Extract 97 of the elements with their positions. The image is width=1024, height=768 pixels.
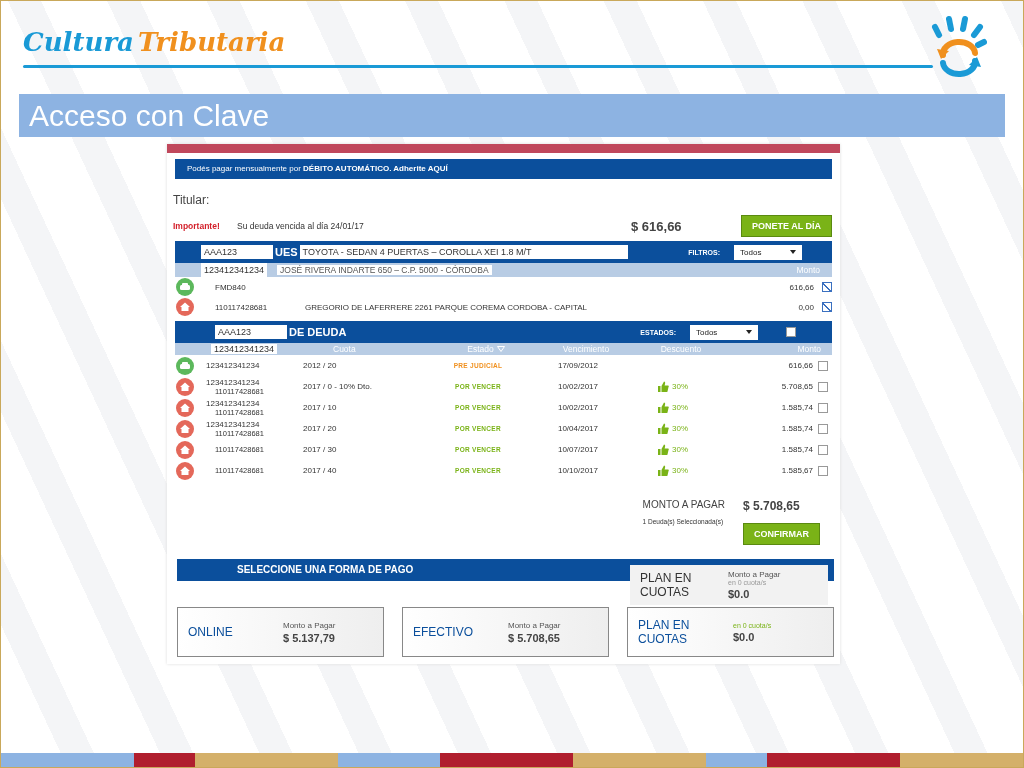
checkbox[interactable] xyxy=(817,423,828,434)
car-icon xyxy=(176,356,194,375)
address-text: JOSÉ RIVERA INDARTE 650 – C.P. 5000 - CÓRDOBA xyxy=(277,265,492,275)
amount-label: Monto a Pagar xyxy=(508,620,562,630)
thumbs-up-icon xyxy=(658,381,669,392)
redaction-label: AAA123 xyxy=(201,245,273,259)
caret-icon xyxy=(746,330,752,334)
slide-title: Acceso con Clave xyxy=(19,94,1005,137)
sort-icon xyxy=(496,346,505,352)
catch-up-button[interactable]: PONETE AL DÍA xyxy=(741,215,832,237)
table-cell-text: 1.585,74 xyxy=(780,424,813,433)
table-cell-text: 17/09/2012 xyxy=(556,361,599,370)
total-amount: $ 5.708,65 xyxy=(743,499,801,513)
table-cell-text: 1.585,74 xyxy=(780,445,813,454)
table-cell-text: 2017 / 0 - 10% Dto. xyxy=(303,382,373,391)
option-title: PLAN EN CUOTAS xyxy=(638,618,691,646)
table-cell-text: 5.708,65 xyxy=(780,382,813,391)
checkbox[interactable] xyxy=(822,282,832,292)
table-cell-text: 2012 / 20 xyxy=(303,361,338,370)
table-cell-text: 616,66 xyxy=(787,361,813,370)
payment-option-card[interactable]: EFECTIVO Monto a Pagar $ 5.708,65 xyxy=(402,607,609,657)
amount-value: $0.0 xyxy=(728,588,751,600)
payment-option-card[interactable]: ONLINE Monto a Pagar $ 5.137,79 xyxy=(177,607,384,657)
brand-title: Tributaria xyxy=(137,27,286,57)
redaction-label: 123412341234 xyxy=(203,419,263,429)
thumbs-up-icon xyxy=(658,465,669,476)
table-cell-text: 10/02/2017 xyxy=(556,403,599,412)
table-cell-text: 10/07/2017 xyxy=(556,445,599,454)
redaction-label: 123412341234 xyxy=(203,398,263,408)
titular-label: Titular: xyxy=(173,193,211,207)
house-icon xyxy=(176,398,194,417)
redaction-label: TOYOTA - SEDAN 4 PUERTAS – COROLLA XEI 1.8 M/T xyxy=(299,245,629,259)
table-cell-text: 10/10/2017 xyxy=(556,466,599,475)
redaction-label: AAA123 xyxy=(215,325,287,339)
table-cell-text: 110117428681 xyxy=(214,302,269,312)
house-icon xyxy=(176,461,194,480)
filter-dropdown[interactable]: Todos xyxy=(734,244,802,260)
table-cell-text: 2017 / 20 xyxy=(303,424,338,433)
option-title: EFECTIVO xyxy=(413,625,474,639)
option-title: ONLINE xyxy=(188,625,234,639)
table-cell-text: 1.585,67 xyxy=(780,466,813,475)
table-cell-text: GREGORIO DE LAFERRERE 2261 PARQUE COREMA CORDOBA - CAPITAL xyxy=(305,302,588,312)
checkbox[interactable] xyxy=(817,465,828,476)
column-header[interactable]: Descuento xyxy=(631,344,731,354)
table-cell-text: 2017 / 10 xyxy=(303,403,338,412)
house-icon xyxy=(176,440,194,459)
thumbs-up-icon xyxy=(658,402,669,413)
redaction-label: 123412341234 xyxy=(211,344,278,354)
column-header[interactable]: Cuota xyxy=(311,344,431,354)
table-cell-text: 2017 / 30 xyxy=(303,445,338,454)
info-banner: Podés pagar mensualmente por DÉBITO AUTOMÁTICO. Adherite AQUÍ xyxy=(175,159,832,179)
house-icon xyxy=(176,419,194,438)
amount-label: Monto a Pagar xyxy=(283,620,337,630)
section-heading: UES xyxy=(273,246,299,258)
checkbox[interactable] xyxy=(786,327,796,337)
checkbox[interactable] xyxy=(817,444,828,455)
checkbox[interactable] xyxy=(822,302,832,312)
table-cell-text: 10/02/2017 xyxy=(556,382,599,391)
amount-label: Monto a Pagar xyxy=(728,570,782,579)
redaction-label: 123412341234 xyxy=(201,263,268,277)
amount-value: $0.0 xyxy=(733,630,756,643)
table-cell-text: 10/04/2017 xyxy=(556,424,599,433)
discount-text: 30% xyxy=(672,424,688,433)
due-amount: $ 616,66 xyxy=(631,218,683,234)
redaction-label: 123412341234 xyxy=(203,361,263,370)
column-header[interactable]: Monto xyxy=(731,344,821,354)
redaction-label: 123412341234 xyxy=(203,377,263,387)
house-icon xyxy=(176,298,194,316)
car-icon xyxy=(176,278,194,296)
column-header[interactable]: Estado xyxy=(431,344,541,354)
amount-value: $ 5.137,79 xyxy=(283,631,336,644)
table-cell-text: FMD840 xyxy=(214,282,247,292)
table-cell-text: 2017 / 40 xyxy=(303,466,338,475)
checkbox[interactable] xyxy=(817,360,828,371)
confirm-button[interactable]: CONFIRMAR xyxy=(743,523,820,545)
house-icon xyxy=(176,377,194,396)
discount-text: 30% xyxy=(672,382,688,391)
due-text: Su deuda vencida al día 24/01/17 xyxy=(237,221,365,231)
section-heading: DE DEUDA xyxy=(288,326,348,338)
checkbox[interactable] xyxy=(817,381,828,392)
column-header[interactable]: Vencimiento xyxy=(541,344,631,354)
thumbs-up-icon xyxy=(658,423,669,434)
brand-title: Cultura xyxy=(23,27,134,57)
caret-icon xyxy=(790,250,796,254)
checkbox[interactable] xyxy=(817,402,828,413)
filter-dropdown[interactable]: Todos xyxy=(690,324,758,340)
table-cell-text: 0,00 xyxy=(797,302,814,312)
total-label: MONTO A PAGAR xyxy=(642,499,725,510)
discount-text: 30% xyxy=(672,466,688,475)
thumbs-up-icon xyxy=(658,444,669,455)
discount-text: 30% xyxy=(672,403,688,412)
important-label: Importante! xyxy=(173,221,221,231)
discount-text: 30% xyxy=(672,445,688,454)
table-cell-text: 616,66 xyxy=(788,282,814,292)
column-header: Monto xyxy=(796,265,820,275)
table-cell-text: 1.585,74 xyxy=(780,403,813,412)
amount-value: $ 5.708,65 xyxy=(508,631,561,644)
